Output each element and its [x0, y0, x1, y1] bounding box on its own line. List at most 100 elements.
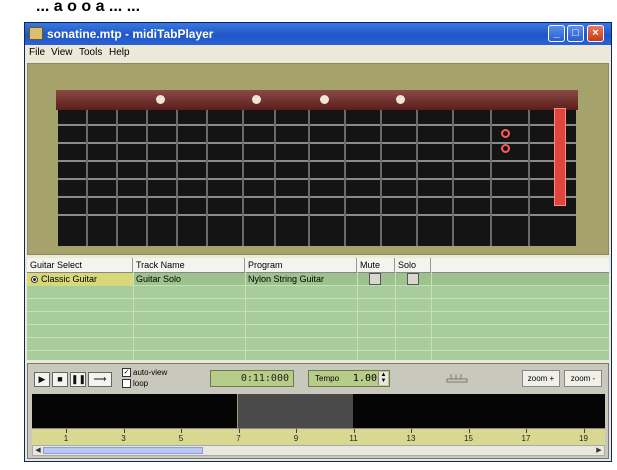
inlay-dot — [396, 95, 405, 104]
ruler-label: 1 — [63, 434, 69, 443]
loop-range-button[interactable]: ⟶ — [88, 372, 112, 387]
ruler-tick — [353, 429, 355, 433]
neck-edge — [56, 90, 578, 110]
measure-ruler[interactable]: 1 3 5 7 9 11 13 15 17 19 — [32, 428, 605, 445]
column-divider — [357, 272, 358, 360]
column-divider — [431, 272, 432, 360]
fret-wire — [146, 110, 148, 246]
ruler-label: 13 — [406, 434, 416, 443]
guitar-string — [58, 214, 576, 216]
ruler-label: 7 — [236, 434, 241, 443]
fret-wire — [274, 110, 276, 246]
guitar-name: Classic Guitar — [41, 274, 98, 284]
guitar-string — [58, 124, 576, 126]
solo-checkbox[interactable] — [407, 273, 419, 286]
tempo-spinner[interactable]: ▲ ▼ — [378, 372, 388, 385]
fret-wire — [490, 110, 492, 246]
track-row[interactable]: Classic Guitar Guitar Solo Nylon String … — [27, 273, 609, 286]
fret-wire — [416, 110, 418, 246]
fret-wire — [528, 110, 530, 246]
col-track-name[interactable]: Track Name — [133, 258, 245, 272]
transport-panel: ▶ ■ ❚❚ ⟶ ✓ auto-view loop 0:11:000 Tempo … — [27, 363, 609, 459]
fret-wire — [308, 110, 310, 246]
maximize-button[interactable]: □ — [567, 25, 584, 42]
zoom-out-button[interactable]: zoom - — [564, 370, 602, 387]
guitar-string — [58, 142, 576, 144]
play-button[interactable]: ▶ — [34, 372, 50, 387]
app-icon — [29, 27, 43, 40]
inlay-dot — [320, 95, 329, 104]
window-title: sonatine.mtp - midiTabPlayer — [47, 27, 214, 41]
auto-view-label: auto-view — [133, 368, 168, 377]
loop-label: loop — [133, 379, 149, 388]
menu-help[interactable]: Help — [109, 45, 130, 61]
pause-button[interactable]: ❚❚ — [70, 372, 86, 387]
loop-checkbox[interactable] — [122, 379, 131, 389]
stop-button[interactable]: ■ — [52, 372, 68, 387]
col-program[interactable]: Program — [245, 258, 357, 272]
menu-bar: File View Tools Help — [25, 45, 611, 61]
column-divider — [133, 272, 134, 360]
ruler-label: 3 — [121, 434, 126, 443]
menu-tools[interactable]: Tools — [79, 45, 102, 61]
loop-option[interactable]: loop — [122, 379, 148, 389]
auto-view-checkbox[interactable]: ✓ — [122, 368, 131, 378]
tempo-control[interactable]: Tempo 1.00 ▲ ▼ — [308, 370, 390, 387]
column-divider — [395, 272, 396, 360]
empty-row — [27, 299, 609, 312]
guitar-string — [58, 160, 576, 162]
scroll-left-arrow[interactable]: ◀ — [33, 446, 43, 455]
ruler-tick — [181, 429, 182, 433]
mute-checkbox[interactable] — [369, 273, 381, 286]
scroll-thumb[interactable] — [43, 447, 203, 454]
tempo-label: Tempo — [315, 374, 340, 383]
menu-view[interactable]: View — [51, 45, 73, 61]
fret-wire — [86, 110, 88, 246]
timeline-selection[interactable] — [237, 394, 353, 428]
track-header-row: Guitar Select Track Name Program Mute So… — [27, 258, 609, 273]
empty-row — [27, 338, 609, 351]
time-display: 0:11:000 — [210, 370, 294, 387]
scroll-right-arrow[interactable]: ▶ — [594, 446, 604, 455]
note-marker — [501, 144, 510, 153]
ruler-tick — [66, 429, 67, 433]
guitar-string — [58, 196, 576, 198]
zoom-in-button[interactable]: zoom + — [522, 370, 560, 387]
fret-wire — [116, 110, 118, 246]
guitar-select-radio[interactable] — [31, 276, 38, 283]
title-bar[interactable]: sonatine.mtp - midiTabPlayer _ □ × — [25, 23, 611, 45]
minimize-button[interactable]: _ — [548, 25, 565, 42]
fret-wire — [176, 110, 178, 246]
auto-view-option[interactable]: ✓ auto-view — [122, 368, 167, 378]
fret-wire — [344, 110, 346, 246]
menu-file[interactable]: File — [29, 45, 45, 61]
col-guitar-select[interactable]: Guitar Select — [27, 258, 133, 272]
ruler-tick — [296, 429, 297, 433]
ruler-label: 19 — [579, 434, 588, 443]
fret-wire — [380, 110, 382, 246]
ruler-tick — [238, 429, 240, 433]
track-name-cell[interactable]: Guitar Solo — [133, 273, 245, 286]
col-solo[interactable]: Solo — [395, 258, 431, 272]
ruler-label: 17 — [521, 434, 531, 443]
column-divider — [245, 272, 246, 360]
empty-row — [27, 325, 609, 338]
tempo-value[interactable]: 1.00 — [343, 371, 377, 386]
song-timeline[interactable] — [32, 394, 605, 428]
horizontal-scrollbar[interactable]: ◀ ▶ — [32, 445, 605, 456]
inlay-dot — [252, 95, 261, 104]
close-button[interactable]: × — [587, 25, 604, 42]
fretboard[interactable] — [58, 108, 576, 246]
fret-wire — [206, 110, 208, 246]
app-window: sonatine.mtp - midiTabPlayer _ □ × File … — [24, 22, 612, 462]
ruler-tick — [123, 429, 125, 433]
inlay-dot — [156, 95, 165, 104]
ruler-tick — [468, 429, 470, 433]
empty-row — [27, 286, 609, 299]
mixer-settings-icon[interactable] — [446, 373, 468, 383]
program-cell[interactable]: Nylon String Guitar — [245, 273, 357, 286]
guitar-select-cell[interactable]: Classic Guitar — [27, 273, 133, 286]
col-mute[interactable]: Mute — [357, 258, 395, 272]
guitar-string — [58, 178, 576, 180]
page-heading: ... a o o a ... ... — [0, 0, 617, 20]
